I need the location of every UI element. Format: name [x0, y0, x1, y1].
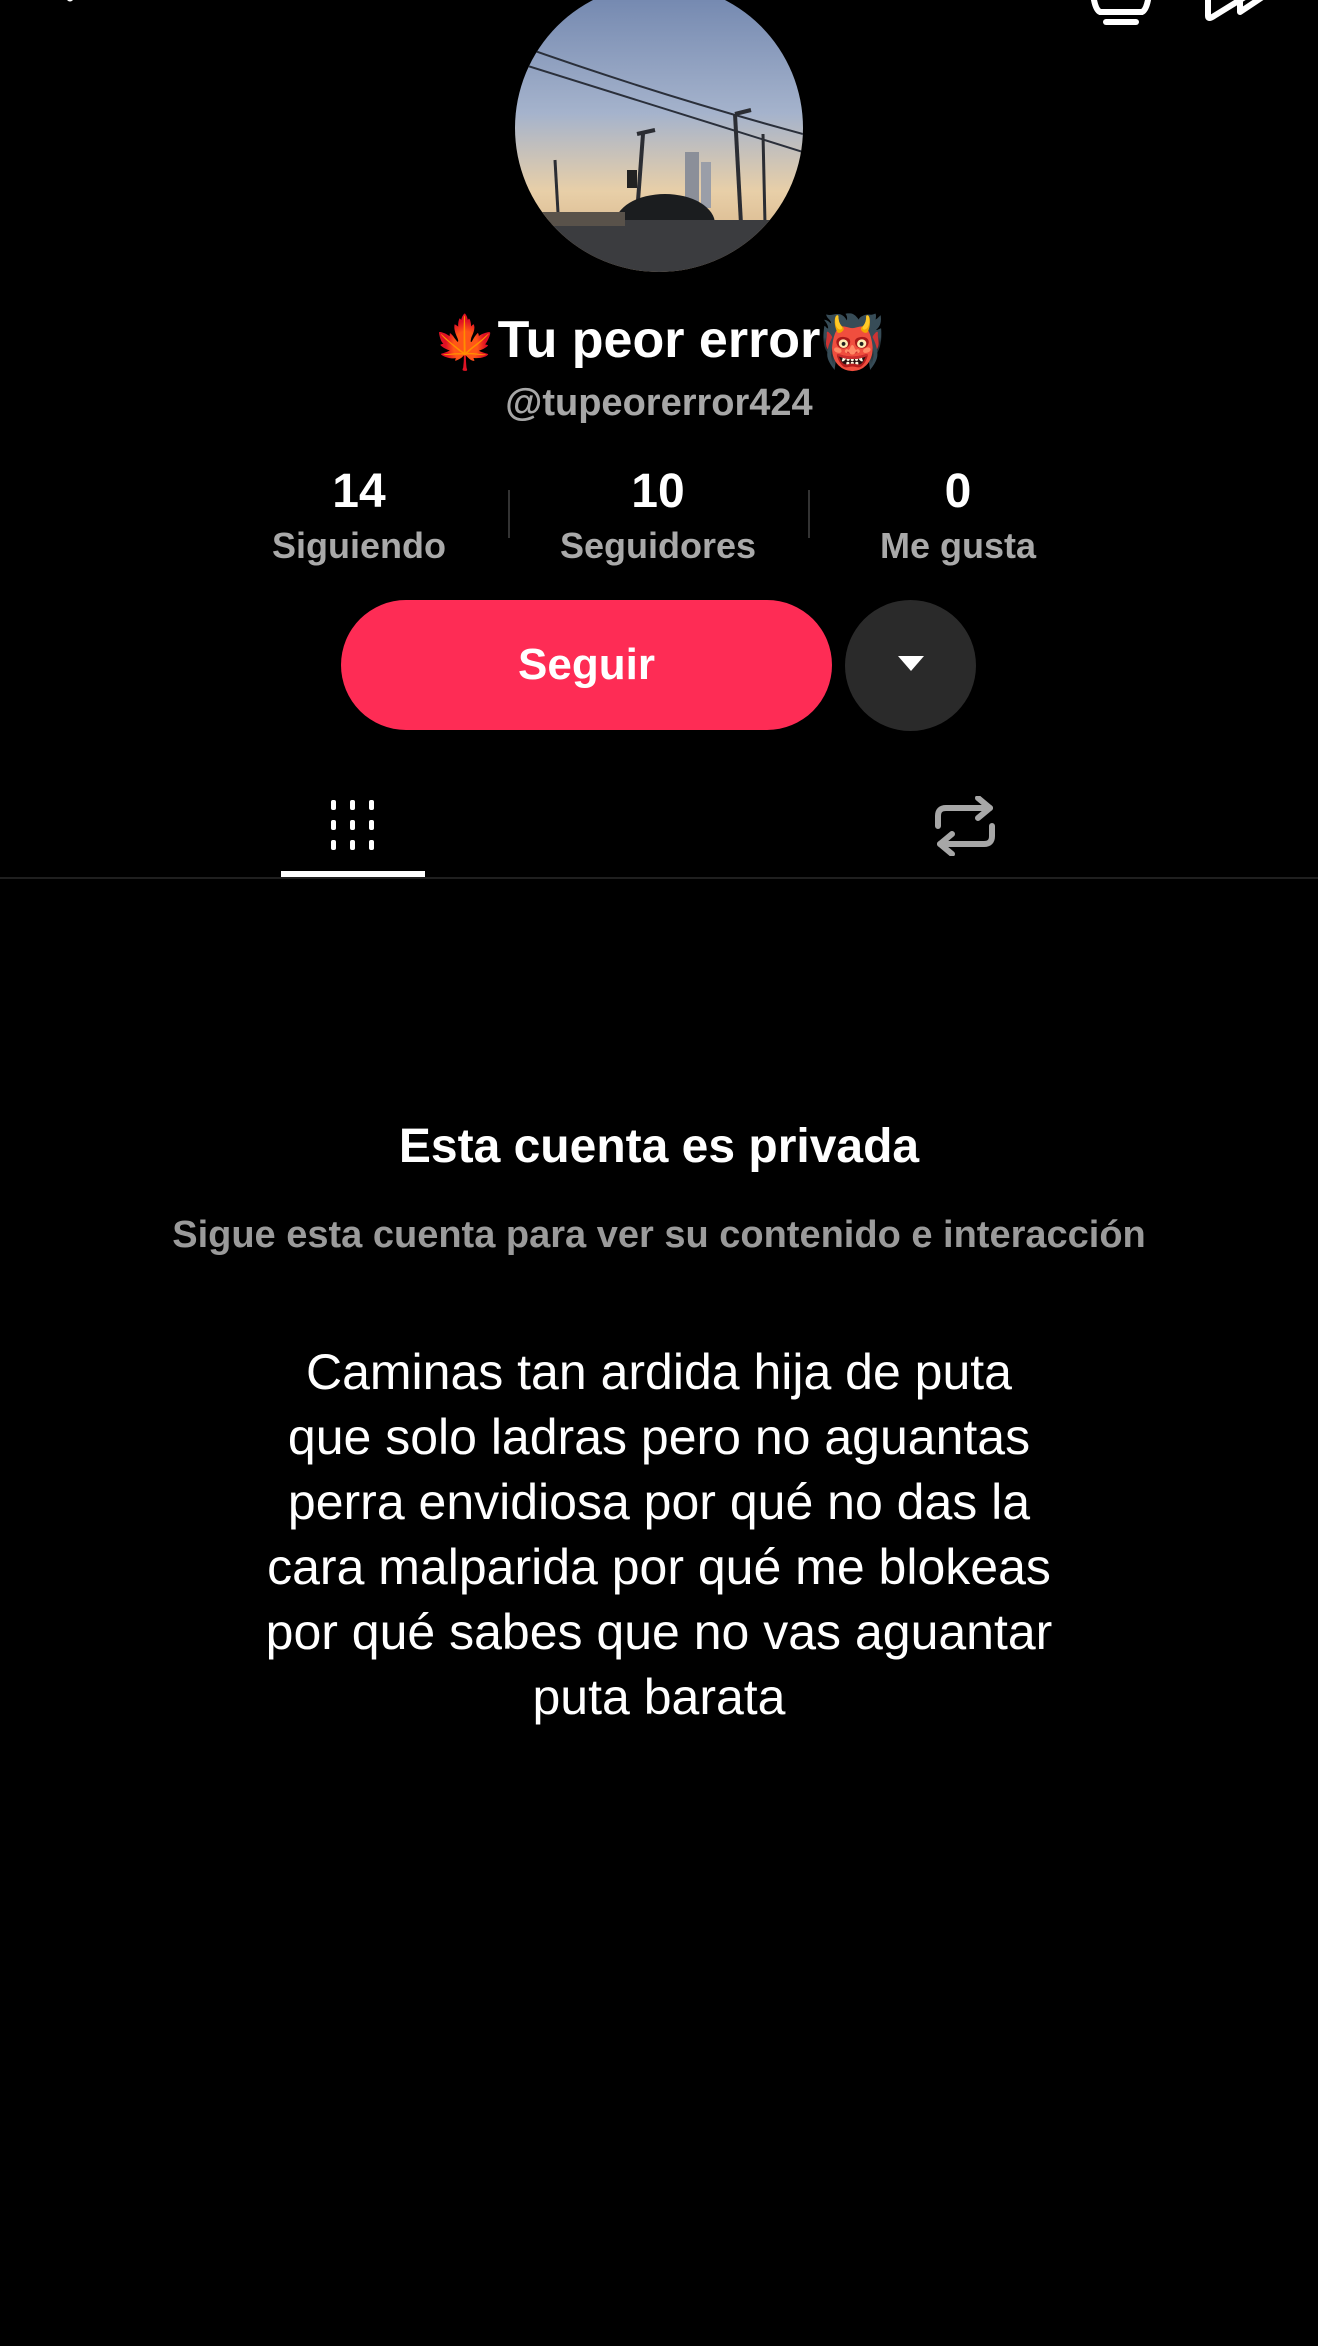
bio-text: Caminas tan ardida hija de puta que solo… [265, 1344, 1053, 1725]
stat-divider [508, 490, 510, 538]
tabs-divider [0, 877, 1318, 879]
followers-count: 10 [631, 465, 685, 518]
display-name-text: Tu peor error [497, 311, 821, 369]
share-icon[interactable] [1200, 0, 1280, 30]
more-options-button[interactable] [845, 600, 976, 731]
likes-count: 0 [944, 465, 972, 518]
stat-divider [808, 490, 810, 538]
back-icon[interactable] [56, 0, 106, 20]
maple-leaf-icon: 🍁 [432, 314, 498, 373]
tab-reposts[interactable] [893, 780, 1037, 876]
following-count: 14 [332, 465, 386, 518]
likes-label: Me gusta [879, 525, 1037, 566]
tab-videos[interactable] [281, 780, 425, 876]
followers-label: Seguidores [559, 525, 757, 566]
private-account-title: Esta cuenta es privada [398, 1120, 920, 1173]
stat-following[interactable]: 14 Siguiendo [229, 460, 489, 568]
follow-button[interactable]: Seguir [341, 600, 832, 730]
ogre-icon: 👹 [820, 314, 886, 373]
bell-icon[interactable] [1086, 0, 1156, 30]
stat-followers[interactable]: 10 Seguidores [528, 460, 788, 568]
repost-icon [932, 794, 998, 861]
following-label: Siguiendo [272, 525, 446, 566]
username: @tupeorerror424 [505, 382, 813, 424]
display-name: 🍁Tu peor error👹 [0, 300, 1318, 383]
grid-icon [327, 798, 379, 859]
chevron-down-icon [896, 653, 926, 678]
private-account-subtitle: Sigue esta cuenta para ver su contenido … [172, 1214, 1146, 1256]
avatar[interactable] [515, 0, 803, 272]
stat-likes: 0 Me gusta [828, 460, 1088, 568]
